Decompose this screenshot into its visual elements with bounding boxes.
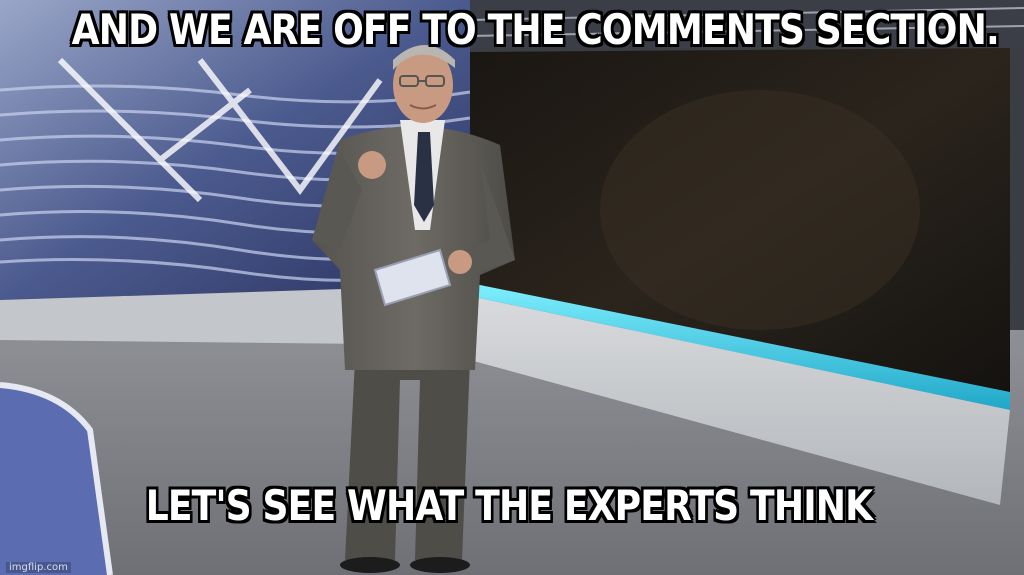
bottom-caption: LET'S SEE WHAT THE EXPERTS THINK xyxy=(145,481,873,530)
meme-image: AND WE ARE OFF TO THE COMMENTS SECTION. … xyxy=(0,0,1024,575)
top-caption: AND WE ARE OFF TO THE COMMENTS SECTION. xyxy=(71,5,1000,54)
watermark-text: imgflip.com xyxy=(6,562,71,573)
